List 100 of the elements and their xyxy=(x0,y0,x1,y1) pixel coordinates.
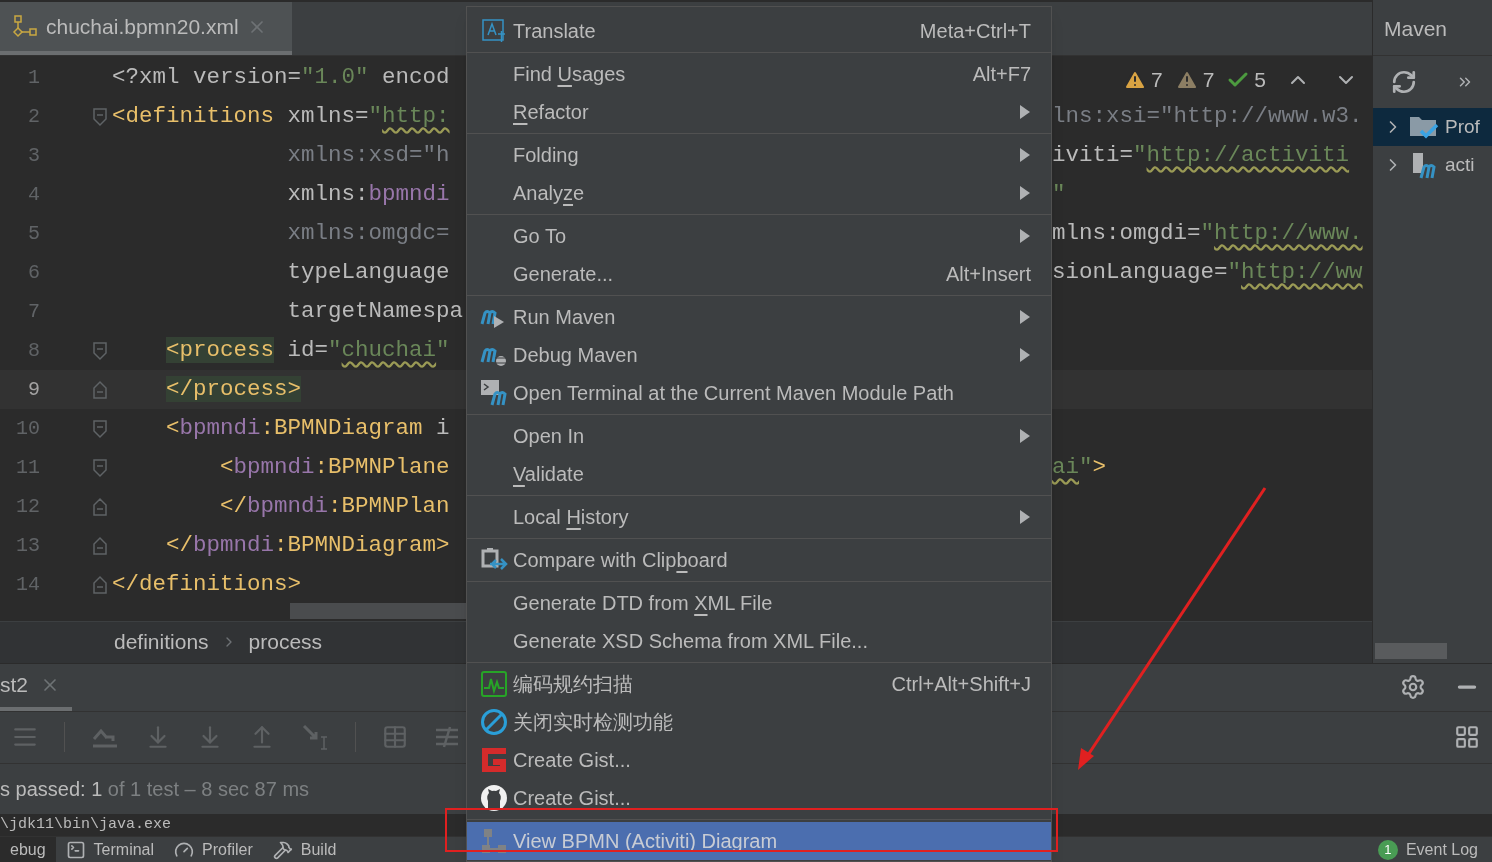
gist-icon xyxy=(479,745,509,775)
line-number: 14 xyxy=(15,571,40,598)
menu-item[interactable]: Local History xyxy=(467,498,1051,536)
code-text: </process> xyxy=(165,375,302,402)
code-text: ai"> xyxy=(1052,453,1107,480)
code-text: <bpmndi:BPMNDiagram i xyxy=(165,414,450,441)
fold-icon[interactable] xyxy=(92,496,108,517)
code-text: </bpmndi:BPMNDiagram> xyxy=(165,531,450,558)
line-number: 3 xyxy=(27,142,40,169)
event-log-button[interactable]: 1 Event Log xyxy=(1377,837,1492,862)
menu-item[interactable]: Folding xyxy=(467,136,1051,174)
export-icon[interactable] xyxy=(301,723,329,752)
tool-window-button[interactable]: Profiler xyxy=(164,837,263,862)
code-text: </definitions> xyxy=(112,570,302,597)
terminal-maven-icon xyxy=(480,379,508,407)
line-number: 5 xyxy=(27,220,40,247)
fold-icon[interactable] xyxy=(92,457,108,478)
tool-window-button[interactable]: Terminal xyxy=(55,837,165,862)
menu-item[interactable]: Create Gist... xyxy=(467,741,1051,779)
menu-item[interactable]: View BPMN (Activiti) Diagram xyxy=(467,822,1051,860)
code-text: <bpmndi:BPMNPlane xyxy=(219,453,450,480)
folder-check-icon xyxy=(1409,114,1439,140)
shortcut-text: Ctrl+Alt+Shift+J xyxy=(891,672,1031,697)
scrollbar-thumb[interactable] xyxy=(1375,642,1447,659)
menu-item[interactable]: Generate DTD from XML File xyxy=(467,584,1051,622)
hammer-icon xyxy=(272,839,293,860)
breadcrumb[interactable]: process xyxy=(248,626,323,658)
filter-lines-icon[interactable] xyxy=(434,725,460,750)
inspection-count: 7 xyxy=(1202,67,1215,93)
menu-item[interactable]: Compare with Clipboard xyxy=(467,541,1051,579)
menu-item[interactable]: Go To xyxy=(467,217,1051,255)
inspection-count: 7 xyxy=(1150,67,1163,93)
code-text: xmlns:xsd="h xyxy=(286,141,450,168)
code-text: iviti="http://activiti xyxy=(1052,141,1350,168)
fold-icon[interactable] xyxy=(92,535,108,556)
code-text: targetNamespa xyxy=(286,297,464,324)
code-text: typeLanguage xyxy=(286,258,450,285)
menu-item[interactable]: Analyze xyxy=(467,174,1051,212)
scrollbar-thumb[interactable] xyxy=(290,602,466,619)
shortcut-text: Alt+Insert xyxy=(945,262,1031,287)
breadcrumb[interactable]: definitions xyxy=(114,626,209,658)
fold-icon[interactable] xyxy=(92,418,108,439)
menu-item[interactable]: Generate XSD Schema from XML File... xyxy=(467,622,1051,660)
line-number: 12 xyxy=(15,493,40,520)
code-text: xmlns:omgdc= xyxy=(286,219,450,246)
line-number: 9 xyxy=(27,376,40,403)
github-icon xyxy=(480,784,508,812)
line-number: 13 xyxy=(15,532,40,559)
layout-icon[interactable] xyxy=(1454,724,1480,751)
settings-icon[interactable] xyxy=(1400,674,1426,701)
code-text: <?xml version="1.0" encod xyxy=(112,63,450,90)
shortcut-text: Meta+Ctrl+T xyxy=(919,19,1031,44)
inspection-count: 5 xyxy=(1254,67,1266,93)
fold-icon[interactable] xyxy=(92,106,108,127)
terminal-icon xyxy=(65,839,86,860)
menu-item[interactable]: Translate Meta+Ctrl+T xyxy=(467,12,1051,50)
code-text: xmlns:bpmndi xyxy=(286,180,450,207)
translate-icon xyxy=(481,18,507,44)
menu-item[interactable]: Open Terminal at the Current Maven Module Path xyxy=(467,374,1051,412)
scan-icon xyxy=(480,670,508,698)
tree-item[interactable]: Prof xyxy=(1373,108,1492,146)
test-status: s passed: 1 of 1 test – 8 sec 87 ms xyxy=(0,776,310,802)
code-text: <definitions xmlns="http: xyxy=(112,102,450,129)
fold-icon[interactable] xyxy=(92,574,108,595)
menu-item[interactable]: Generate... Alt+Insert xyxy=(467,255,1051,293)
line-number: 1 xyxy=(27,64,40,91)
fold-icon[interactable] xyxy=(92,340,108,361)
run-tab[interactable]: st2 xyxy=(0,663,72,711)
line-number: 4 xyxy=(27,181,40,208)
menu-item[interactable]: Refactor xyxy=(467,93,1051,131)
diagram-icon xyxy=(12,13,38,40)
code-text: lns:xsi="http://www.w3. xyxy=(1052,102,1363,129)
menu-item[interactable]: Open In xyxy=(467,417,1051,455)
line-number: 6 xyxy=(27,259,40,286)
menu-item[interactable]: Run Maven xyxy=(467,298,1051,336)
line-number: 7 xyxy=(27,298,40,325)
tree-item[interactable]: acti xyxy=(1373,146,1492,184)
menu-item[interactable]: Create Gist... xyxy=(467,779,1051,817)
menu-item[interactable]: Find Usages Alt+F7 xyxy=(467,55,1051,93)
menu-item[interactable]: 关闭实时检测功能 xyxy=(467,703,1051,741)
code-text: sionLanguage="http://ww xyxy=(1052,258,1363,285)
code-text: <process id="chuchai" xyxy=(165,336,450,363)
prohibited-icon xyxy=(480,708,508,736)
code-text: " xyxy=(1052,180,1066,207)
menu-item[interactable]: Validate xyxy=(467,455,1051,493)
fold-icon[interactable] xyxy=(92,379,108,400)
menu-item[interactable]: 编码规约扫描 Ctrl+Alt+Shift+J xyxy=(467,665,1051,703)
shortcut-text: Alt+F7 xyxy=(972,62,1031,87)
panel-title: Maven xyxy=(1384,15,1448,42)
line-number: 2 xyxy=(27,103,40,130)
menu-item[interactable]: Debug Maven xyxy=(467,336,1051,374)
line-number: 10 xyxy=(15,415,40,442)
diagram-icon xyxy=(480,827,508,855)
tool-window-button[interactable]: Build xyxy=(262,837,347,862)
tool-window-button[interactable]: ebug xyxy=(0,837,56,862)
refresh-icon[interactable] xyxy=(1391,69,1417,95)
table-icon[interactable] xyxy=(382,724,408,751)
file-tab[interactable]: chuchai.bpmn20.xml xyxy=(0,2,292,55)
code-text: </bpmndi:BPMNPlan xyxy=(219,492,450,519)
console-text: \jdk11\bin\java.exe xyxy=(0,814,172,835)
